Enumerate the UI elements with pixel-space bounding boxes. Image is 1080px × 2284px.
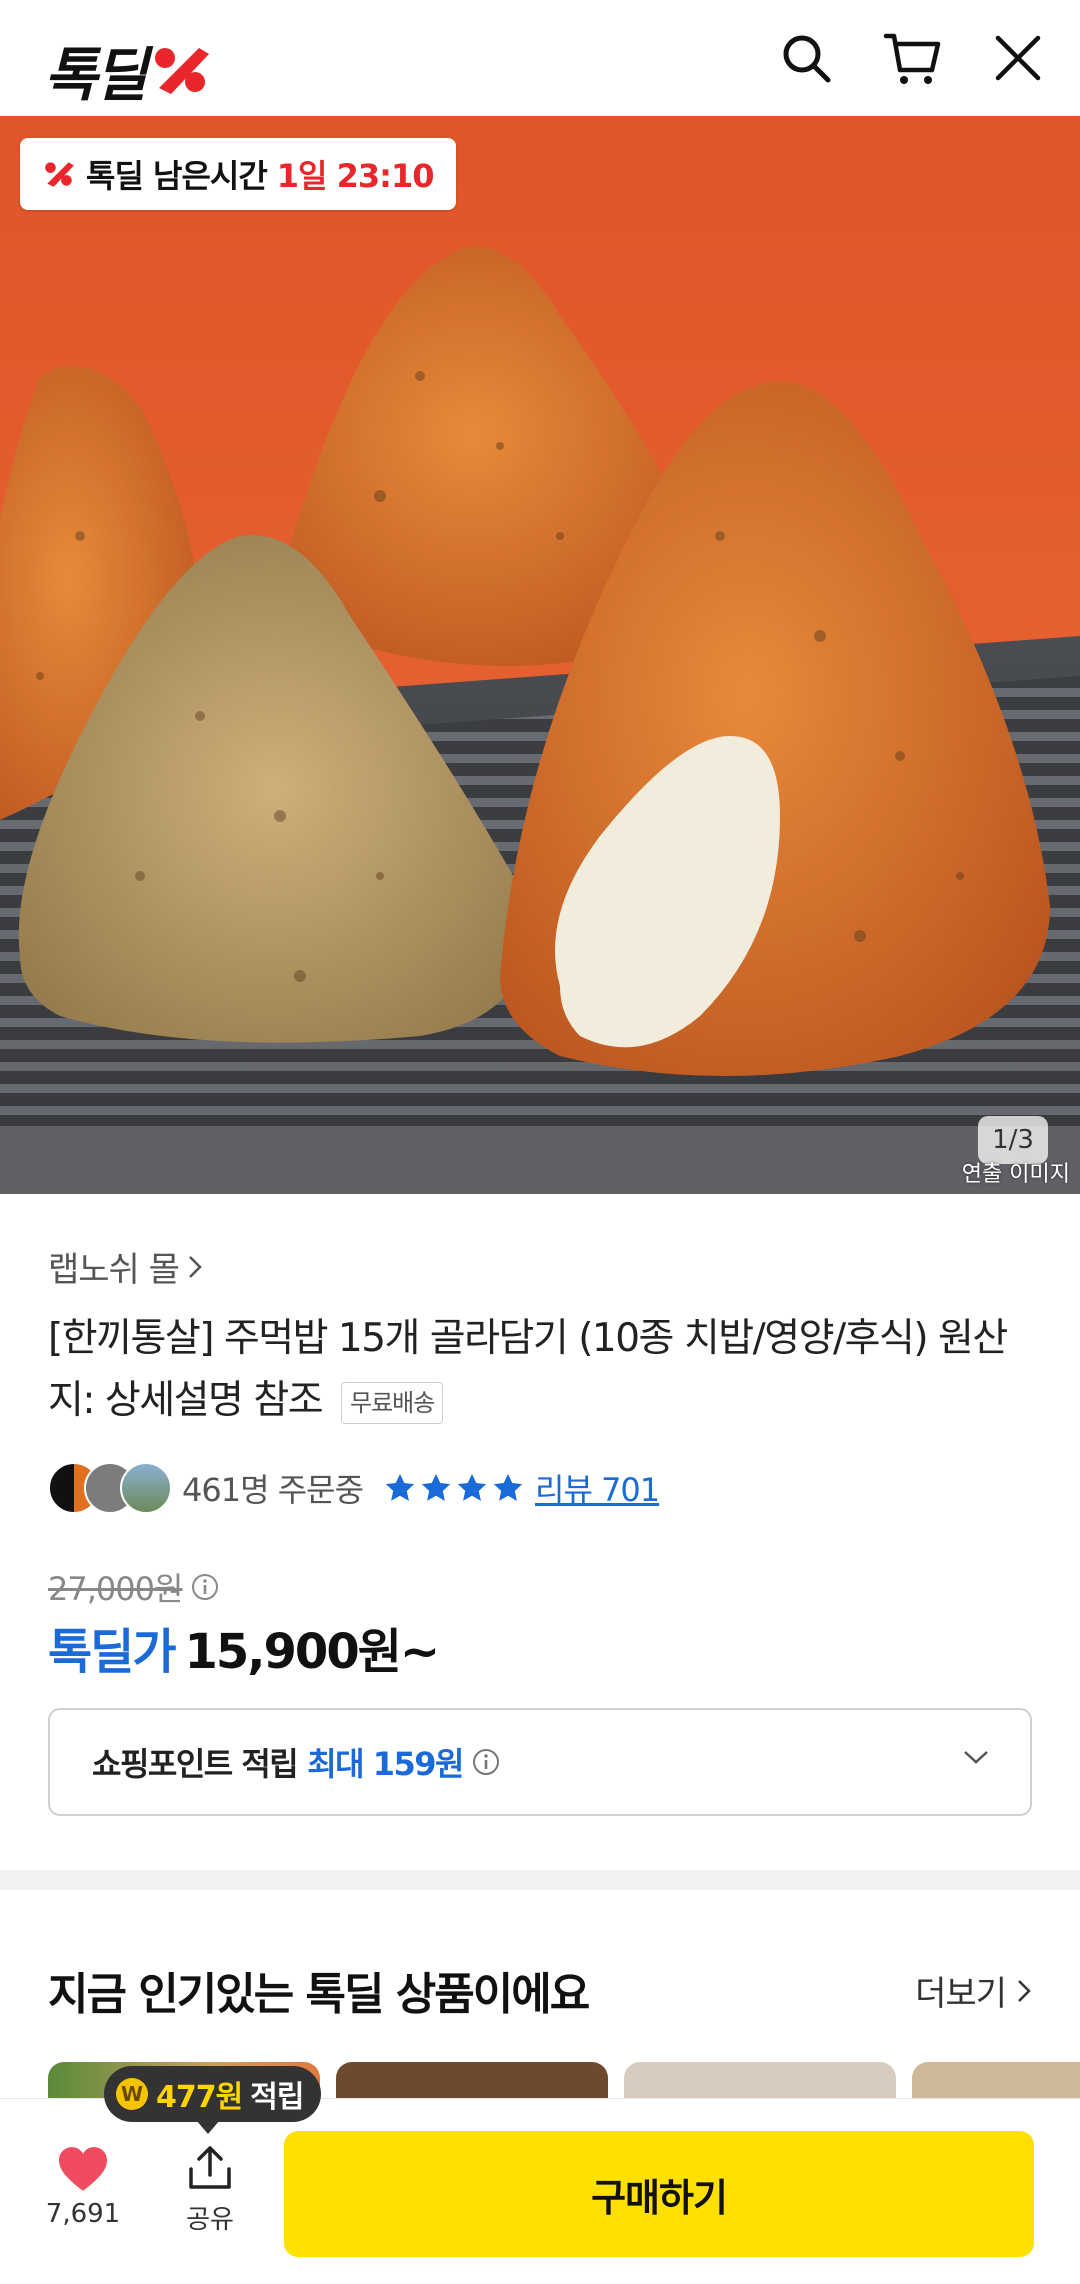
shopping-points-dropdown[interactable]: 쇼핑포인트 적립 최대 159원: [48, 1708, 1032, 1816]
points-value: 최대 159원: [307, 1745, 464, 1783]
reward-amount: 477원: [156, 2080, 243, 2115]
logo-text: 톡딜: [44, 41, 148, 109]
chevron-down-icon: [964, 1751, 988, 1764]
talkdeal-logo[interactable]: 톡딜: [44, 28, 213, 112]
product-thumbnail[interactable]: [912, 2062, 1080, 2102]
deal-price-label: 톡딜가: [48, 1624, 176, 1680]
share-button[interactable]: 공유: [170, 2143, 250, 2236]
deal-timer-value: 1일 23:10: [276, 157, 435, 195]
avatar: [120, 1462, 172, 1514]
review-link[interactable]: 리뷰 701: [535, 1465, 660, 1511]
product-title-block: [한끼통살] 주먹밥 15개 골라담기 (10종 치밥/영양/후식) 원산지: …: [48, 1308, 1038, 1432]
deal-price-row: 톡딜가 15,900원~: [48, 1612, 440, 1682]
info-icon[interactable]: [471, 1747, 501, 1777]
free-shipping-badge: 무료배송: [341, 1381, 444, 1424]
info-icon[interactable]: [190, 1572, 220, 1602]
chevron-right-icon: [1018, 1979, 1031, 2002]
seller-link[interactable]: 랩노쉬 몰: [48, 1242, 203, 1291]
share-label: 공유: [186, 2205, 234, 2235]
share-icon: [189, 2146, 231, 2189]
like-count: 7,691: [45, 2199, 121, 2229]
tooltip-tail: [196, 2120, 220, 2134]
points-label: 쇼핑포인트 적립: [92, 1745, 299, 1783]
deal-timer-label: 톡딜 남은시간: [86, 157, 268, 195]
chevron-right-icon: [189, 1255, 202, 1278]
rating-stars: [383, 1471, 525, 1505]
buy-button[interactable]: 구매하기: [284, 2131, 1034, 2257]
heart-icon: [59, 2147, 107, 2191]
section-divider: [0, 1870, 1080, 1890]
order-count: 461명 주문중: [182, 1471, 364, 1509]
star-icon: [385, 1473, 415, 1501]
percent-logo-icon: [154, 48, 209, 94]
coin-icon: W: [116, 2078, 148, 2110]
bottom-action-bar: 7,691 공유 구매하기: [0, 2098, 1080, 2284]
product-image-carousel[interactable]: 톡딜 남은시간 1일 23:10 1/3 연출 이미지: [0, 116, 1080, 1194]
close-icon[interactable]: [986, 26, 1050, 90]
more-link[interactable]: 더보기: [915, 1966, 1032, 2015]
popular-section-title: 지금 인기있는 톡딜 상품이에요: [48, 1969, 590, 2020]
deal-price: 15,900원~: [184, 1624, 440, 1680]
cart-icon[interactable]: [880, 26, 944, 90]
star-icon: [493, 1473, 523, 1501]
percent-icon: [45, 162, 74, 187]
product-thumbnail[interactable]: [624, 2062, 896, 2102]
image-caption: 연출 이미지: [961, 1162, 1070, 1187]
buyer-avatars: [48, 1462, 176, 1514]
more-label: 더보기: [915, 1974, 1007, 2014]
deal-timer-badge: 톡딜 남은시간 1일 23:10: [20, 138, 456, 210]
social-proof: 461명 주문중 리뷰 701: [48, 1460, 660, 1516]
original-price: 27,000원: [48, 1570, 183, 1608]
seller-name: 랩노쉬 몰: [48, 1250, 180, 1290]
product-thumbnail[interactable]: [336, 2062, 608, 2102]
star-icon: [421, 1473, 451, 1501]
rice-ball-product-image: [0, 116, 1080, 1194]
app-header: 톡딜: [0, 0, 1080, 116]
original-price-row: 27,000원: [48, 1564, 220, 1610]
product-title: [한끼통살] 주먹밥 15개 골라담기 (10종 치밥/영양/후식) 원산지: …: [48, 1316, 1008, 1423]
search-icon[interactable]: [774, 26, 838, 90]
star-icon: [457, 1473, 487, 1501]
like-button[interactable]: 7,691: [40, 2145, 126, 2229]
reward-suffix: 적립: [250, 2080, 304, 2115]
reward-tooltip: W 477원 적립: [104, 2066, 322, 2134]
